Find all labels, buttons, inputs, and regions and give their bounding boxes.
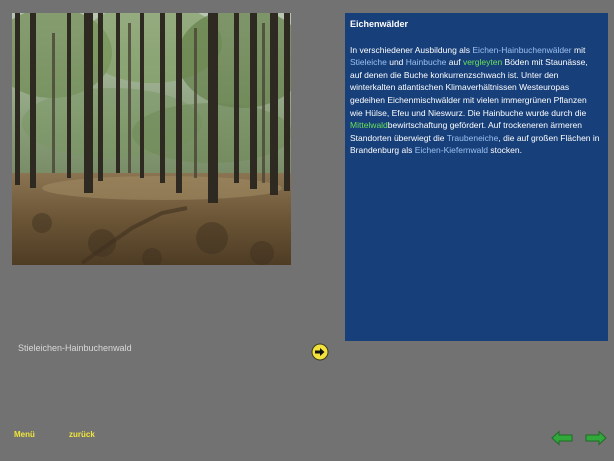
- next-photo-button[interactable]: [311, 343, 329, 361]
- body-text: mit: [571, 44, 586, 55]
- panel-body: In verschiedener Ausbildung als Eichen-H…: [350, 44, 601, 157]
- description-panel: Eichenwälder In verschiedener Ausbildung…: [345, 13, 608, 341]
- body-text: stocken.: [487, 145, 523, 156]
- link-vergleyten[interactable]: vergleyten: [463, 57, 502, 67]
- arrow-right-circle-icon: [311, 343, 329, 361]
- forest-image: [12, 13, 291, 265]
- next-page-button[interactable]: [585, 430, 607, 446]
- arrow-right-icon: [585, 430, 607, 446]
- link-traubeneiche[interactable]: Traubeneiche: [447, 133, 499, 143]
- link-eichen-hainbuchenwaelder[interactable]: Eichen-Hainbuchenwälder: [472, 45, 571, 55]
- link-stieleiche[interactable]: Stieleiche: [350, 57, 387, 67]
- body-text: auf: [446, 57, 463, 68]
- photo-caption: Stieleichen-Hainbuchenwald: [18, 343, 132, 353]
- arrow-left-icon: [551, 430, 573, 446]
- back-link[interactable]: zurück: [69, 430, 95, 439]
- link-hainbuche[interactable]: Hainbuche: [406, 57, 447, 67]
- forest-photo: [12, 13, 291, 265]
- panel-title: Eichenwälder: [350, 19, 409, 29]
- body-text: In verschiedener Ausbildung als: [350, 44, 473, 55]
- link-mittelwald[interactable]: Mittelwald: [350, 120, 388, 130]
- menu-link[interactable]: Menü: [14, 430, 35, 439]
- body-text: und: [386, 57, 406, 68]
- previous-page-button[interactable]: [551, 430, 573, 446]
- link-eichen-kiefernwald[interactable]: Eichen-Kiefernwald: [415, 145, 488, 155]
